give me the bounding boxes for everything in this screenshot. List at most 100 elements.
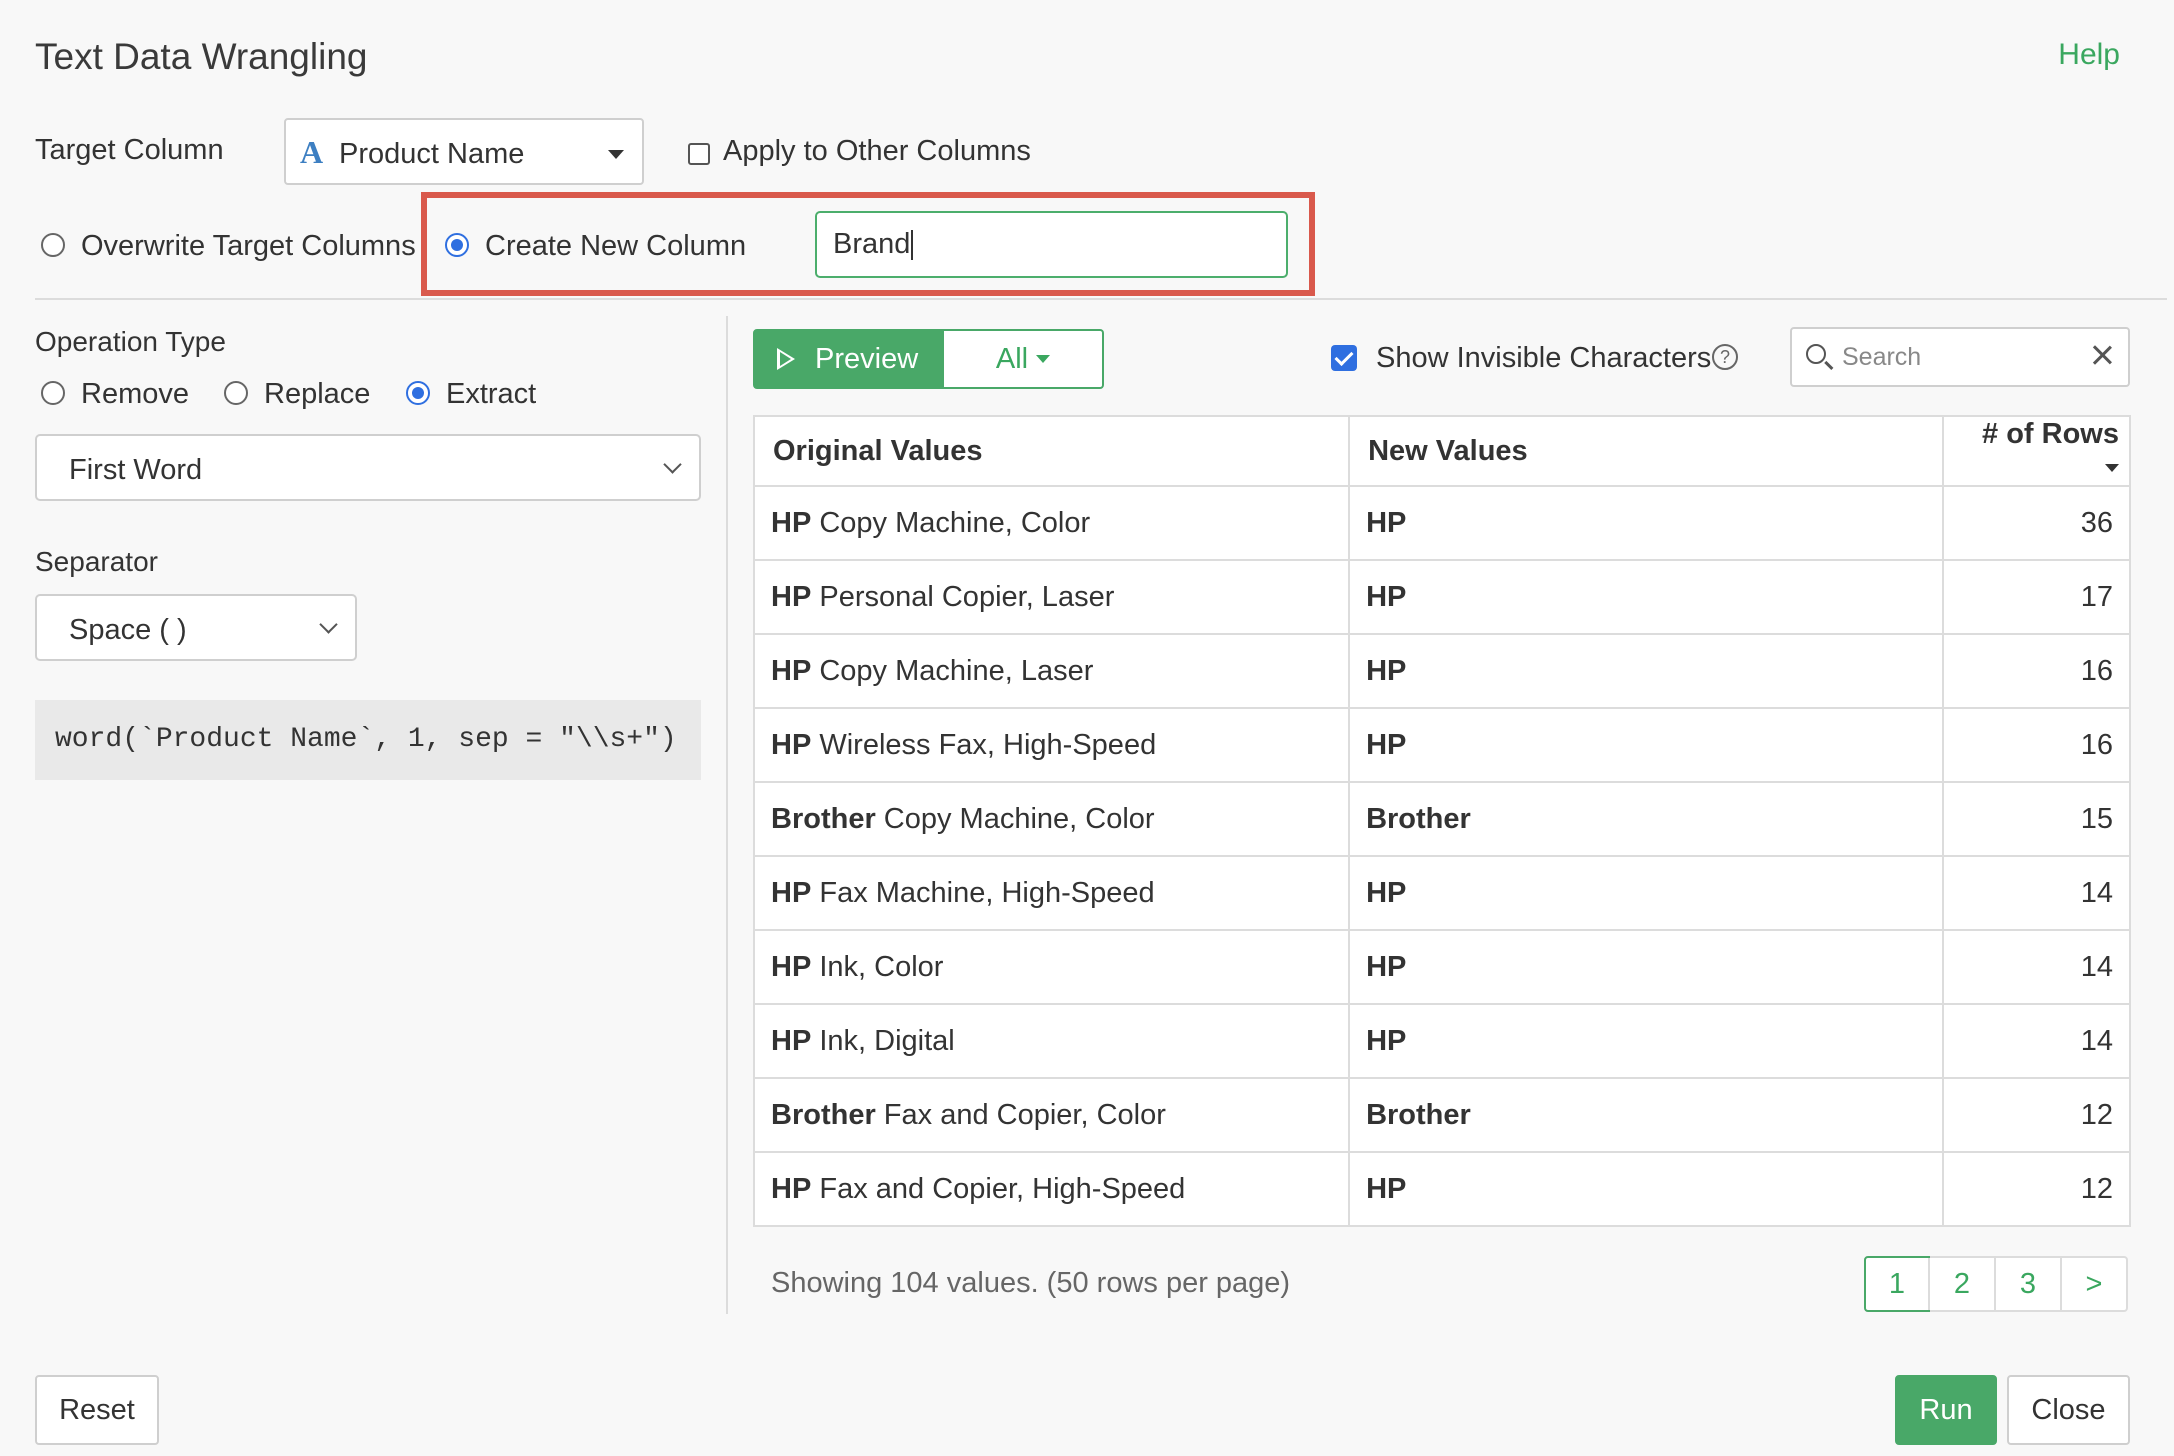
original-value-brand: Brother bbox=[771, 802, 876, 835]
original-value-brand: HP bbox=[771, 728, 812, 761]
original-value-brand: HP bbox=[771, 580, 812, 613]
page-button-2[interactable]: 2 bbox=[1928, 1258, 1994, 1310]
original-value-brand: HP bbox=[771, 876, 812, 909]
filter-all-dropdown[interactable]: All bbox=[944, 329, 1104, 389]
new-value-cell: HP bbox=[1348, 1003, 1945, 1079]
header-new-values[interactable]: New Values bbox=[1348, 415, 1945, 487]
preview-button[interactable]: Preview bbox=[753, 329, 944, 389]
pagination: 1 2 3 > bbox=[1864, 1256, 2128, 1312]
extract-radio[interactable] bbox=[406, 381, 430, 405]
apply-other-columns-label[interactable]: Apply to Other Columns bbox=[723, 135, 1031, 168]
close-button[interactable]: Close bbox=[2007, 1375, 2130, 1445]
show-invisible-checkbox[interactable] bbox=[1331, 345, 1357, 371]
new-value-cell: HP bbox=[1348, 707, 1945, 783]
reset-button[interactable]: Reset bbox=[35, 1375, 159, 1445]
search-field[interactable]: Search bbox=[1790, 327, 2130, 387]
replace-label[interactable]: Replace bbox=[264, 378, 370, 411]
close-icon[interactable] bbox=[2090, 343, 2114, 367]
original-value-rest: Personal Copier, Laser bbox=[811, 580, 1115, 613]
remove-radio[interactable] bbox=[41, 381, 65, 405]
target-column-select[interactable]: A Product Name bbox=[284, 118, 644, 185]
table-row: Brother Copy Machine, Color Brother 15 bbox=[752, 781, 2131, 857]
original-value-rest: Fax Machine, High-Speed bbox=[811, 876, 1155, 909]
showing-values-text: Showing 104 values. (50 rows per page) bbox=[771, 1267, 1291, 1299]
new-value-text: Brother bbox=[1366, 802, 1471, 835]
operation-type-label: Operation Type bbox=[35, 326, 226, 357]
original-value-rest: Copy Machine, Color bbox=[875, 802, 1155, 835]
original-value-rest: Fax and Copier, Color bbox=[875, 1098, 1166, 1131]
new-value-cell: HP bbox=[1348, 485, 1945, 561]
next-page-button[interactable]: > bbox=[2060, 1258, 2126, 1310]
separator-value: Space ( ) bbox=[69, 614, 187, 646]
search-placeholder: Search bbox=[1842, 343, 1922, 371]
table-row: HP Fax and Copier, High-Speed HP 12 bbox=[752, 1151, 2131, 1227]
page-button-1[interactable]: 1 bbox=[1864, 1256, 1930, 1312]
row-count-cell: 17 bbox=[1942, 559, 2131, 635]
row-count-cell: 36 bbox=[1942, 485, 2131, 561]
original-value-cell: HP Fax Machine, High-Speed bbox=[752, 855, 1351, 931]
original-value-cell: HP Ink, Digital bbox=[752, 1003, 1351, 1079]
original-value-cell: HP Personal Copier, Laser bbox=[752, 559, 1351, 635]
original-value-rest: Ink, Digital bbox=[811, 1024, 955, 1057]
caret-down-icon bbox=[608, 150, 624, 159]
target-column-label: Target Column bbox=[35, 134, 224, 166]
table-row: HP Ink, Color HP 14 bbox=[752, 929, 2131, 1005]
extract-mode-select[interactable]: First Word bbox=[35, 434, 701, 501]
original-value-brand: HP bbox=[771, 506, 812, 539]
new-value-text: HP bbox=[1366, 580, 1407, 613]
new-value-cell: HP bbox=[1348, 633, 1945, 709]
separator-select[interactable]: Space ( ) bbox=[35, 594, 357, 661]
original-value-brand: Brother bbox=[771, 1098, 876, 1131]
extract-mode-value: First Word bbox=[69, 454, 203, 486]
original-value-cell: HP Fax and Copier, High-Speed bbox=[752, 1151, 1351, 1227]
new-value-cell: Brother bbox=[1348, 781, 1945, 857]
new-value-text: HP bbox=[1366, 654, 1407, 687]
overwrite-label[interactable]: Overwrite Target Columns bbox=[81, 230, 416, 263]
row-count-cell: 12 bbox=[1942, 1151, 2131, 1227]
page-button-3[interactable]: 3 bbox=[1994, 1258, 2060, 1310]
chevron-down-icon bbox=[319, 615, 338, 634]
original-value-cell: HP Copy Machine, Color bbox=[752, 485, 1351, 561]
new-value-text: HP bbox=[1366, 728, 1407, 761]
original-value-rest: Copy Machine, Color bbox=[811, 506, 1091, 539]
text-wrangling-dialog: Text Data Wrangling Help Target Column A… bbox=[0, 0, 2174, 1456]
original-value-cell: HP Ink, Color bbox=[752, 929, 1351, 1005]
preview-button-group: Preview All bbox=[753, 329, 1104, 389]
create-new-column-label[interactable]: Create New Column bbox=[485, 230, 746, 263]
original-value-cell: HP Wireless Fax, High-Speed bbox=[752, 707, 1351, 783]
new-value-text: HP bbox=[1366, 506, 1407, 539]
original-value-brand: HP bbox=[771, 654, 812, 687]
apply-other-columns-checkbox[interactable] bbox=[688, 143, 710, 165]
help-link[interactable]: Help bbox=[2058, 38, 2120, 72]
header-row-count[interactable]: # of Rows bbox=[1942, 415, 2131, 487]
new-value-cell: Brother bbox=[1348, 1077, 1945, 1153]
extract-label[interactable]: Extract bbox=[446, 378, 536, 411]
preview-table: Original Values New Values # of Rows HP … bbox=[752, 415, 2131, 1227]
replace-radio[interactable] bbox=[224, 381, 248, 405]
panel-divider bbox=[726, 316, 728, 1314]
table-row: Brother Fax and Copier, Color Brother 12 bbox=[752, 1077, 2131, 1153]
original-value-brand: HP bbox=[771, 1172, 812, 1205]
new-column-name-input[interactable]: Brand bbox=[815, 211, 1288, 278]
header-original-values[interactable]: Original Values bbox=[752, 415, 1351, 487]
original-value-rest: Copy Machine, Laser bbox=[811, 654, 1094, 687]
filter-all-label: All bbox=[995, 342, 1029, 375]
show-invisible-label[interactable]: Show Invisible Characters bbox=[1376, 342, 1711, 375]
table-row: HP Ink, Digital HP 14 bbox=[752, 1003, 2131, 1079]
separator-label: Separator bbox=[35, 546, 158, 577]
row-count-cell: 16 bbox=[1942, 633, 2131, 709]
new-value-cell: HP bbox=[1348, 559, 1945, 635]
new-value-cell: HP bbox=[1348, 855, 1945, 931]
new-value-text: HP bbox=[1366, 1172, 1407, 1205]
original-value-cell: HP Copy Machine, Laser bbox=[752, 633, 1351, 709]
question-circle-icon[interactable]: ? bbox=[1712, 344, 1738, 370]
new-column-name-value: Brand bbox=[833, 228, 911, 260]
original-value-cell: Brother Copy Machine, Color bbox=[752, 781, 1351, 857]
run-button[interactable]: Run bbox=[1895, 1375, 1997, 1445]
create-new-column-radio[interactable] bbox=[445, 233, 469, 257]
table-row: HP Wireless Fax, High-Speed HP 16 bbox=[752, 707, 2131, 783]
overwrite-radio[interactable] bbox=[41, 233, 65, 257]
target-column-value: Product Name bbox=[339, 138, 525, 170]
remove-label[interactable]: Remove bbox=[81, 378, 189, 411]
chevron-down-icon bbox=[663, 455, 682, 474]
